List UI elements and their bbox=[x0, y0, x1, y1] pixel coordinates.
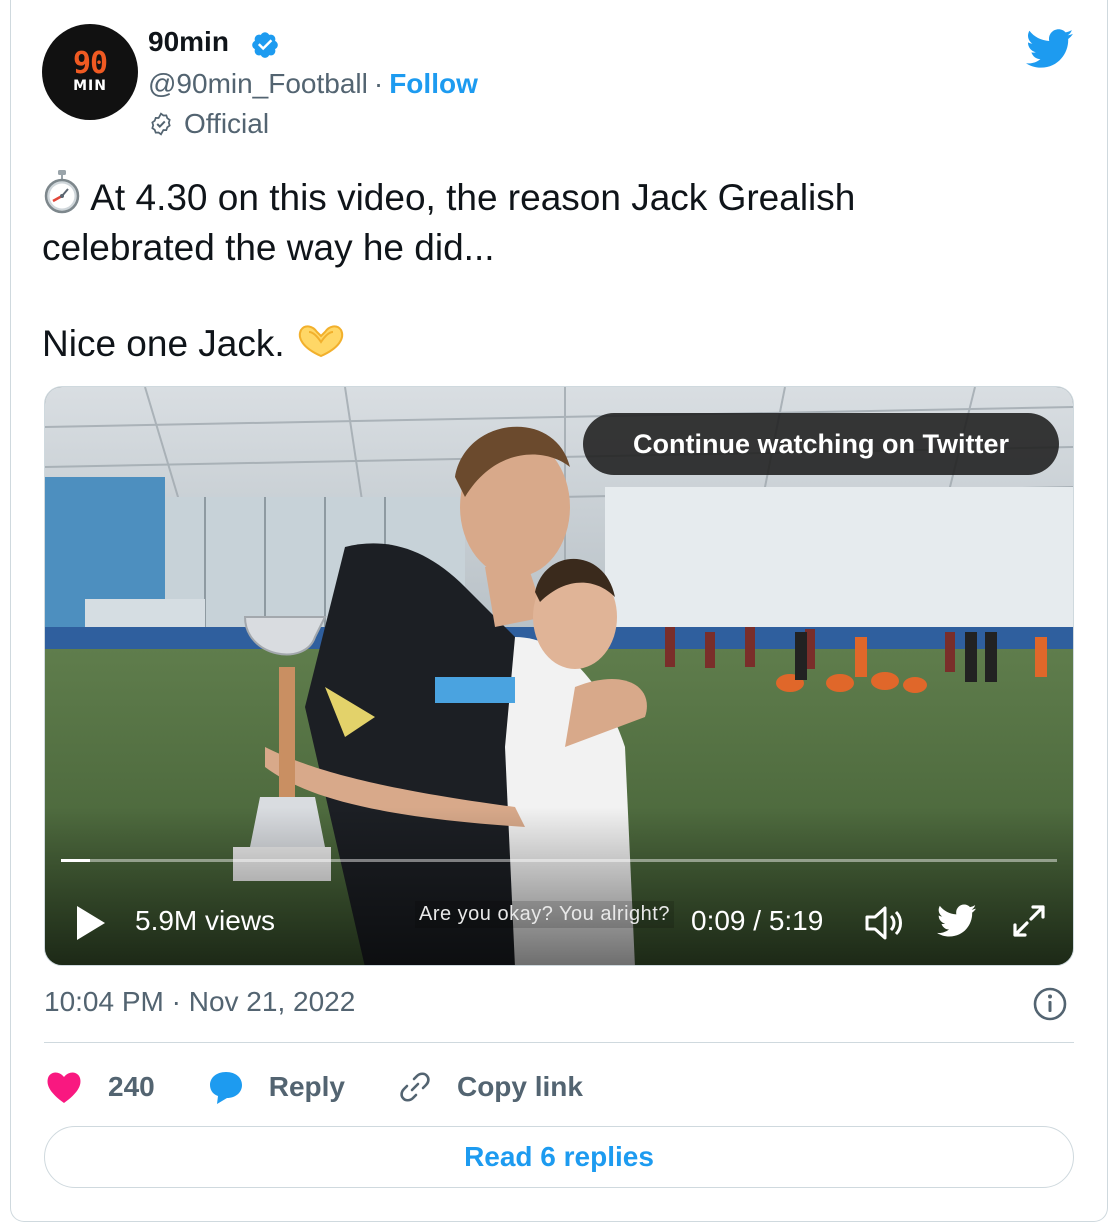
verified-badge-icon bbox=[252, 32, 278, 58]
avatar[interactable]: 90 MIN bbox=[42, 24, 138, 120]
official-label: Official bbox=[184, 108, 270, 139]
volume-icon[interactable] bbox=[863, 903, 905, 943]
twitter-logo-icon[interactable] bbox=[1026, 28, 1074, 70]
reply-bubble-icon bbox=[209, 1072, 242, 1104]
read-replies-button[interactable]: Read 6 replies bbox=[44, 1126, 1074, 1188]
continue-watching-button[interactable]: Continue watching on Twitter bbox=[583, 413, 1059, 475]
account-handle[interactable]: @90min_Football bbox=[148, 68, 368, 99]
tweet-line1: At 4.30 on this video, the reason Jack G… bbox=[42, 170, 1042, 223]
official-badge: Official bbox=[148, 108, 269, 140]
tweet-timestamp[interactable]: 10:04 PM · Nov 21, 2022 bbox=[44, 986, 355, 1018]
divider bbox=[44, 1042, 1074, 1043]
video-timecode: 0:09 / 5:19 bbox=[691, 905, 824, 936]
link-icon bbox=[400, 1072, 430, 1102]
play-icon[interactable] bbox=[73, 903, 109, 943]
heart-icon bbox=[47, 1072, 81, 1103]
info-icon[interactable] bbox=[1032, 986, 1068, 1022]
copy-link-button[interactable]: Copy link bbox=[397, 1069, 583, 1105]
video-progress-bar[interactable] bbox=[61, 859, 1057, 862]
reply-label: Reply bbox=[268, 1071, 345, 1102]
tweet-text: At 4.30 on this video, the reason Jack G… bbox=[42, 170, 1042, 369]
official-check-icon bbox=[151, 112, 171, 136]
stopwatch-icon bbox=[44, 170, 80, 214]
separator-dot: · bbox=[373, 68, 384, 99]
logo-line2: MIN bbox=[73, 78, 107, 94]
handle-row: @90min_Football · Follow bbox=[148, 68, 478, 100]
view-count: 5.9M views bbox=[135, 905, 276, 936]
copy-link-label: Copy link bbox=[456, 1071, 583, 1102]
logo-line1: 90 bbox=[72, 46, 108, 81]
like-count: 240 bbox=[108, 1071, 155, 1102]
video-player[interactable]: Continue watching on Twitter 5.9M views … bbox=[44, 386, 1074, 966]
heart-hands-icon bbox=[298, 325, 344, 358]
account-name[interactable]: 90min bbox=[148, 26, 229, 58]
90min-logo: 90 MIN bbox=[42, 24, 138, 120]
tweet-paragraph2-text: Nice one Jack. bbox=[42, 323, 285, 364]
twitter-bird-icon[interactable] bbox=[937, 903, 977, 939]
tweet-paragraph2: Nice one Jack. bbox=[42, 319, 1042, 369]
fullscreen-icon[interactable] bbox=[1009, 901, 1049, 941]
tweet-line1-text: At 4.30 on this video, the reason Jack G… bbox=[90, 177, 856, 218]
action-bar: 240 Reply Copy link bbox=[44, 1064, 635, 1110]
video-caption: Are you okay? You alright? bbox=[415, 901, 674, 928]
like-button[interactable]: 240 bbox=[44, 1069, 155, 1105]
reply-button[interactable]: Reply bbox=[207, 1068, 345, 1106]
follow-button[interactable]: Follow bbox=[389, 68, 478, 99]
tweet-line2: celebrated the way he did... bbox=[42, 227, 495, 268]
video-progress-fill bbox=[61, 859, 90, 862]
